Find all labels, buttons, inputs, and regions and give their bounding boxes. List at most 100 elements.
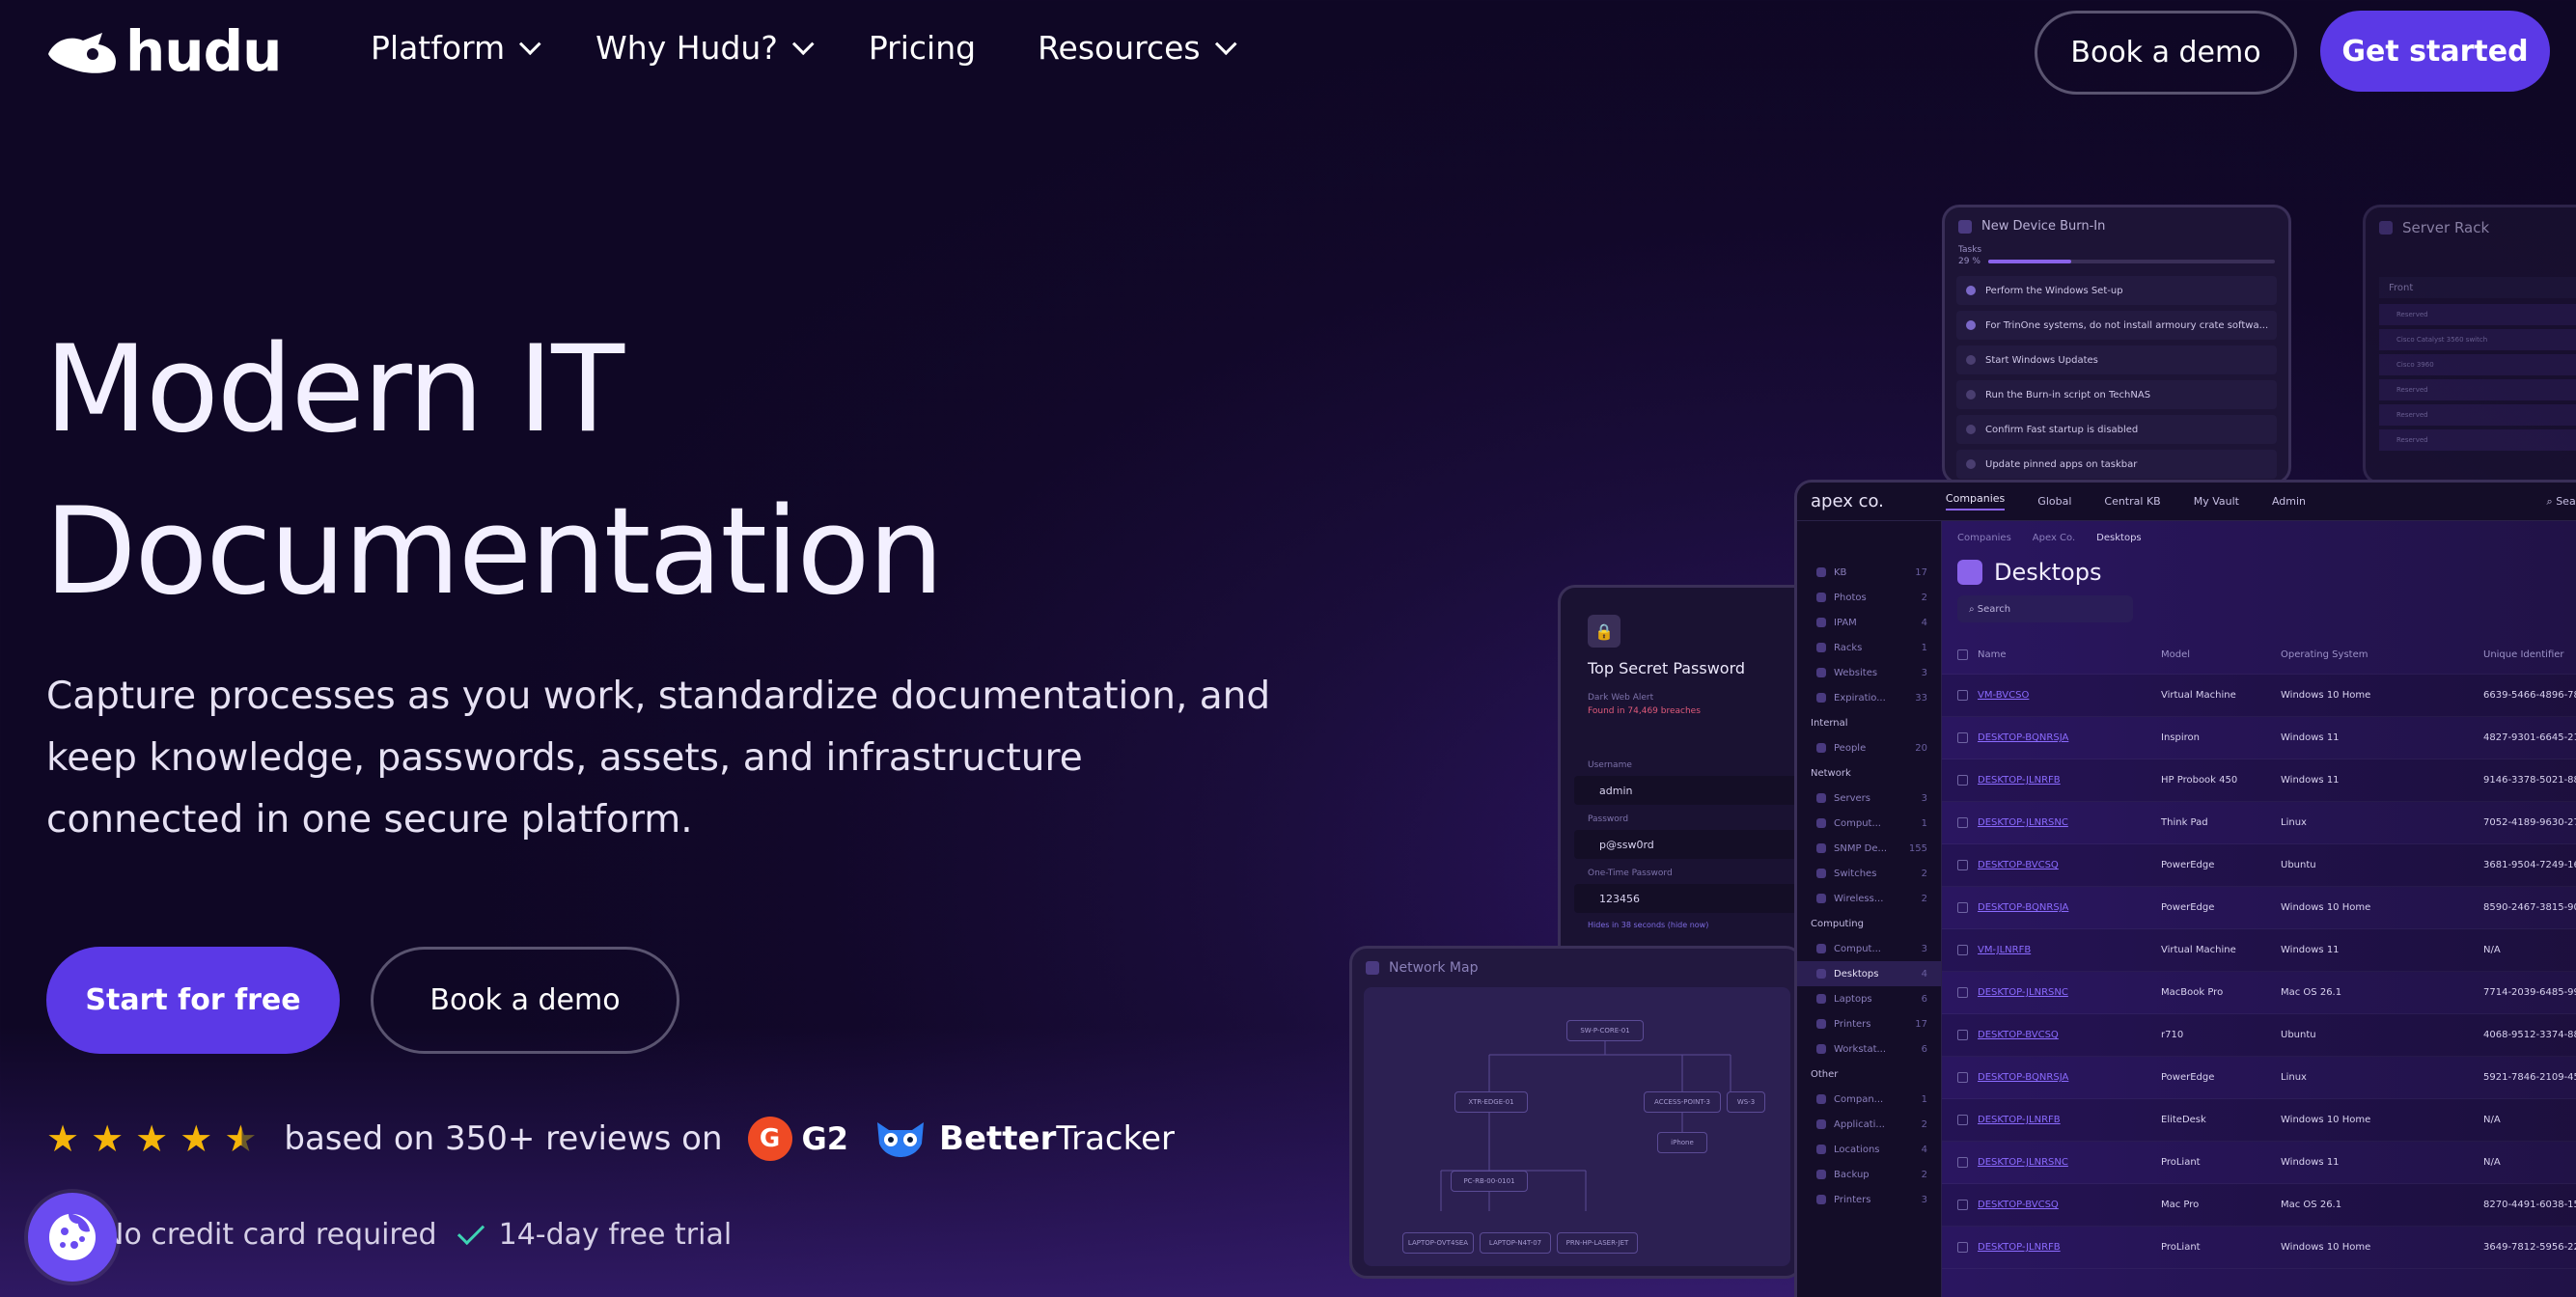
table-row[interactable]: DESKTOP-JLNRSNC MacBook Pro Mac OS 26.1 771… (1942, 972, 2576, 1014)
table-row[interactable]: DESKTOP-JLNRSNC Think Pad Linux 7052-4189-9… (1942, 802, 2576, 844)
sidebar-item[interactable]: Wireless... 2 (1797, 886, 1941, 911)
table-row[interactable]: DESKTOP-BVCSQ r710 Ubuntu 4068-9512-3374-88 (1942, 1014, 2576, 1057)
row-checkbox[interactable] (1957, 690, 1968, 701)
app-tab[interactable]: Companies (1945, 492, 2006, 511)
sidebar-item[interactable]: Printers 17 (1797, 1011, 1941, 1036)
table-row[interactable]: DESKTOP-JLNRSNC ProLiant Windows 11 N/A (1942, 1142, 2576, 1184)
row-checkbox[interactable] (1957, 945, 1968, 955)
network-node[interactable]: PC-RB-00-0101 (1451, 1171, 1528, 1192)
network-node[interactable]: iPhone (1657, 1132, 1707, 1153)
asset-name-link[interactable]: DESKTOP-JLNRSNC (1978, 1157, 2161, 1168)
asset-name-link[interactable]: DESKTOP-JLNRFB (1978, 1115, 2161, 1125)
sidebar-item[interactable]: KB 17 (1797, 560, 1941, 585)
table-row[interactable]: VM-JLNRFB Virtual Machine Windows 11 N/A (1942, 929, 2576, 972)
task-item[interactable]: Update pinned apps on taskbar (1956, 450, 2277, 479)
row-checkbox[interactable] (1957, 1242, 1968, 1253)
network-node[interactable]: PRN-HP-LASER-JET (1557, 1232, 1638, 1254)
row-checkbox[interactable] (1957, 817, 1968, 828)
hero-book-demo-button[interactable]: Book a demo (371, 947, 679, 1054)
table-row[interactable]: DESKTOP-BQNRSJA PowerEdge Windows 10 Home 8… (1942, 887, 2576, 929)
sidebar-item[interactable]: Applicati... 2 (1797, 1112, 1941, 1137)
sidebar-item[interactable]: Printers 3 (1797, 1187, 1941, 1212)
row-checkbox[interactable] (1957, 1157, 1968, 1168)
table-search-input[interactable]: ⌕ Search (1957, 595, 2133, 622)
row-checkbox[interactable] (1957, 860, 1968, 870)
sidebar-item[interactable]: Switches 2 (1797, 861, 1941, 886)
hudu-logo[interactable]: hudu (44, 23, 282, 79)
app-tab[interactable]: Central KB (2104, 495, 2160, 508)
row-checkbox[interactable] (1957, 1072, 1968, 1083)
cookie-settings-button[interactable] (28, 1193, 117, 1282)
sidebar-item[interactable]: Servers 3 (1797, 786, 1941, 811)
task-item[interactable]: Start Windows Updates (1956, 345, 2277, 374)
g2-logo[interactable]: G G2 (747, 1117, 848, 1161)
table-row[interactable]: DESKTOP-BQNRSJA Inspiron Windows 11 4827-93… (1942, 717, 2576, 759)
row-checkbox[interactable] (1957, 732, 1968, 743)
asset-name-link[interactable]: DESKTOP-JLNRFB (1978, 1242, 2161, 1253)
asset-name-link[interactable]: DESKTOP-JLNRSNC (1978, 987, 2161, 998)
network-node[interactable]: LAPTOP-OVT4SEA (1402, 1232, 1474, 1254)
task-item[interactable]: Run the Burn-in script on TechNAS (1956, 380, 2277, 409)
asset-name-link[interactable]: DESKTOP-BVCSQ (1978, 1200, 2161, 1210)
sidebar-item[interactable]: SNMP De... 155 (1797, 836, 1941, 861)
network-node[interactable]: LAPTOP-N4T-07 (1480, 1232, 1551, 1254)
network-node[interactable]: SW-P-CORE-01 (1566, 1020, 1644, 1041)
column-header[interactable]: Model (2161, 649, 2281, 660)
sidebar-item[interactable]: Backup 2 (1797, 1162, 1941, 1187)
nav-why-hudu[interactable]: Why Hudu? (596, 29, 815, 67)
table-row[interactable]: DESKTOP-BVCSQ PowerEdge Ubuntu 3681-9504-72… (1942, 844, 2576, 887)
asset-name-link[interactable]: DESKTOP-BVCSQ (1978, 860, 2161, 870)
row-checkbox[interactable] (1957, 775, 1968, 786)
app-tab[interactable]: Global (2037, 495, 2071, 508)
table-row[interactable]: DESKTOP-JLNRFB HP Probook 450 Windows 11 91… (1942, 759, 2576, 802)
breadcrumb-item[interactable]: Companies (1957, 533, 2011, 543)
table-row[interactable]: DESKTOP-BVCSQ Mac Pro Mac OS 26.1 8270-4491… (1942, 1184, 2576, 1227)
column-header[interactable]: Name (1978, 649, 2161, 660)
network-node[interactable]: WS-3 (1727, 1091, 1765, 1113)
sidebar-item[interactable]: Laptops 6 (1797, 986, 1941, 1011)
breadcrumb-item[interactable]: Desktops (2096, 533, 2141, 543)
task-item[interactable]: Confirm Fast startup is disabled (1956, 415, 2277, 444)
sidebar-item[interactable]: Expiratio... 33 (1797, 685, 1941, 710)
sidebar-item[interactable]: Websites 3 (1797, 660, 1941, 685)
sidebar-item[interactable]: Locations 4 (1797, 1137, 1941, 1162)
rack-front-select[interactable]: Front (2379, 277, 2576, 298)
sidebar-item[interactable]: Desktops 4 (1797, 961, 1941, 986)
table-row[interactable]: DESKTOP-JLNRFB ProLiant Windows 10 Home 364… (1942, 1227, 2576, 1269)
start-free-button[interactable]: Start for free (46, 947, 340, 1054)
network-node[interactable]: XTR-EDGE-01 (1454, 1091, 1528, 1113)
table-row[interactable]: VM-BVCSO Virtual Machine Windows 10 Home 66… (1942, 675, 2576, 717)
sidebar-item[interactable]: Compan... 1 (1797, 1087, 1941, 1112)
breadcrumb-item[interactable]: Apex Co. (2033, 533, 2075, 543)
sidebar-section-heading[interactable]: Other (1797, 1062, 1941, 1087)
row-checkbox[interactable] (1957, 987, 1968, 998)
app-tab[interactable]: Admin (2272, 495, 2306, 508)
app-tab[interactable]: My Vault (2194, 495, 2239, 508)
bettertracker-logo[interactable]: BetterTracker (873, 1118, 1175, 1159)
row-checkbox[interactable] (1957, 1200, 1968, 1210)
table-row[interactable]: DESKTOP-JLNRFB EliteDesk Windows 10 Home N/… (1942, 1099, 2576, 1142)
sidebar-item[interactable]: Comput... 1 (1797, 811, 1941, 836)
task-item[interactable]: For TrinOne systems, do not install armo… (1956, 311, 2277, 340)
asset-name-link[interactable]: DESKTOP-BQNRSJA (1978, 732, 2161, 743)
sidebar-section-heading[interactable]: Computing (1797, 911, 1941, 936)
asset-name-link[interactable]: VM-BVCSO (1978, 690, 2161, 701)
asset-name-link[interactable]: DESKTOP-BVCSQ (1978, 1030, 2161, 1040)
table-row[interactable]: DESKTOP-BQNRSJA PowerEdge Linux 5921-7846-2… (1942, 1057, 2576, 1099)
nav-resources[interactable]: Resources (1038, 29, 1237, 67)
nav-pricing[interactable]: Pricing (869, 29, 976, 67)
header-book-demo-button[interactable]: Book a demo (2035, 11, 2297, 95)
asset-name-link[interactable]: DESKTOP-JLNRFB (1978, 775, 2161, 786)
asset-name-link[interactable]: DESKTOP-BQNRSJA (1978, 1072, 2161, 1083)
header-get-started-button[interactable]: Get started (2320, 11, 2550, 92)
row-checkbox[interactable] (1957, 1030, 1968, 1040)
sidebar-item[interactable]: Comput... 3 (1797, 936, 1941, 961)
sidebar-section-heading[interactable]: Network (1797, 760, 1941, 786)
row-checkbox[interactable] (1957, 1115, 1968, 1125)
asset-name-link[interactable]: DESKTOP-JLNRSNC (1978, 817, 2161, 828)
sidebar-item[interactable]: IPAM 4 (1797, 610, 1941, 635)
network-node[interactable]: ACCESS-POINT-3 (1644, 1091, 1721, 1113)
select-all-checkbox[interactable] (1957, 649, 1968, 660)
asset-name-link[interactable]: DESKTOP-BQNRSJA (1978, 902, 2161, 913)
task-item[interactable]: Perform the Windows Set-up (1956, 276, 2277, 305)
